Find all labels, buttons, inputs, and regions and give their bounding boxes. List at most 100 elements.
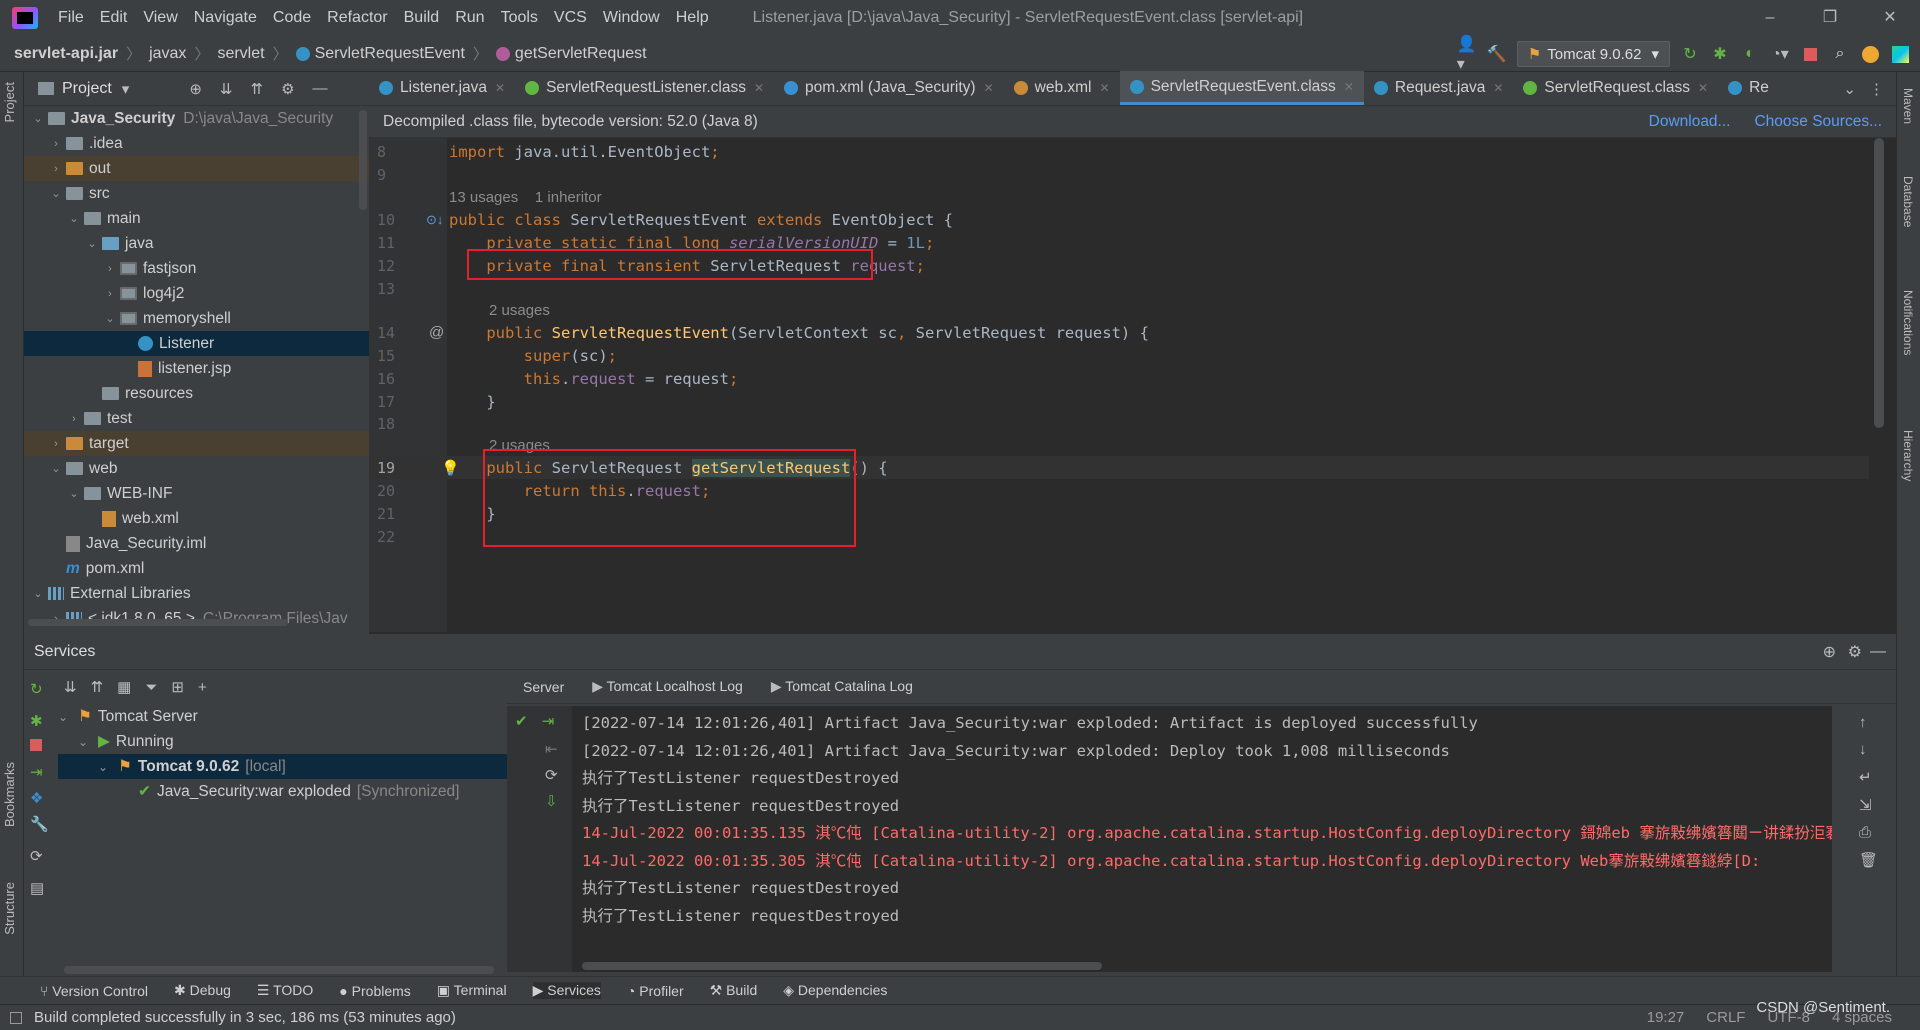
project-tree-node[interactable]: m pom.xml bbox=[24, 556, 369, 581]
editor-tab[interactable]: pom.xml (Java_Security) ✕ bbox=[774, 71, 1004, 105]
close-tab-icon[interactable]: ✕ bbox=[1100, 81, 1110, 95]
expand-all-icon[interactable]: ⇊ bbox=[220, 80, 233, 98]
menu-file[interactable]: File bbox=[50, 9, 92, 27]
expand-all-icon[interactable]: ⇊ bbox=[64, 678, 77, 696]
rerun-icon[interactable]: ↻ bbox=[1680, 44, 1700, 64]
run-configuration-select[interactable]: ⚑ Tomcat 9.0.62 ▾ bbox=[1516, 41, 1670, 67]
breadcrumb-jar[interactable]: servlet-api.jar bbox=[14, 45, 118, 63]
project-tree-node[interactable]: ⌄ WEB-INF bbox=[24, 481, 369, 506]
chevron-right-icon[interactable]: › bbox=[46, 138, 66, 150]
toggle-tool-windows-icon[interactable] bbox=[10, 1011, 22, 1024]
download-sources-link[interactable]: Download... bbox=[1649, 113, 1731, 131]
chevron-right-icon[interactable]: › bbox=[100, 263, 120, 275]
editor-tab[interactable]: Listener.java ✕ bbox=[369, 71, 515, 105]
chevron-right-icon[interactable]: › bbox=[46, 163, 66, 175]
bottom-tab[interactable]: ● Problems bbox=[339, 983, 411, 999]
project-tree-node[interactable]: ⌄ src bbox=[24, 181, 369, 206]
soft-wrap-icon[interactable]: ↵ bbox=[1859, 768, 1878, 786]
project-tool-tab[interactable]: Project bbox=[2, 82, 17, 122]
collapse-all-icon[interactable]: ⇈ bbox=[91, 678, 104, 696]
project-tree-node[interactable]: ⌄ External Libraries bbox=[24, 581, 369, 606]
console-tab[interactable]: ▶ Tomcat Localhost Log bbox=[592, 678, 743, 695]
user-icon[interactable]: 👤▾ bbox=[1457, 36, 1477, 73]
hierarchy-tool-tab[interactable]: Hierarchy bbox=[1901, 430, 1915, 481]
services-tree-scrollbar[interactable] bbox=[64, 966, 494, 974]
bottom-tab[interactable]: ◔ Profiler bbox=[627, 983, 684, 999]
hide-icon[interactable]: — bbox=[1870, 643, 1886, 661]
profiler-icon[interactable]: ◔▾ bbox=[1770, 44, 1790, 64]
bottom-tab[interactable]: ⚒ Build bbox=[710, 982, 758, 999]
maximize-button[interactable]: ❐ bbox=[1800, 0, 1860, 36]
close-tab-icon[interactable]: ✕ bbox=[984, 81, 994, 95]
editor-tab[interactable]: Request.java ✕ bbox=[1364, 71, 1514, 105]
chevron-down-icon[interactable]: ⌄ bbox=[46, 187, 66, 200]
structure-tool-tab[interactable]: Structure bbox=[2, 882, 17, 935]
bottom-tab[interactable]: ◈ Dependencies bbox=[783, 982, 887, 999]
menu-run[interactable]: Run bbox=[447, 9, 492, 27]
tabs-overflow-icon[interactable]: ⌄ bbox=[1843, 80, 1856, 98]
chevron-right-icon[interactable]: › bbox=[64, 413, 84, 425]
implementations-icon[interactable]: ⊙↓ bbox=[426, 212, 443, 228]
hide-icon[interactable]: — bbox=[313, 80, 328, 98]
project-tree-node[interactable]: Java_Security.iml bbox=[24, 531, 369, 556]
build-hammer-icon[interactable]: 🔨 bbox=[1487, 44, 1507, 64]
bottom-tab[interactable]: ✱ Debug bbox=[174, 982, 231, 999]
search-icon[interactable]: ⌕ bbox=[1830, 44, 1850, 64]
editor-tab[interactable]: web.xml ✕ bbox=[1004, 71, 1120, 105]
project-tree-node[interactable]: resources bbox=[24, 381, 369, 406]
bookmarks-tool-tab[interactable]: Bookmarks bbox=[2, 762, 17, 827]
project-view-select[interactable]: Project bbox=[62, 80, 112, 98]
bottom-tab[interactable]: ⑂ Version Control bbox=[40, 983, 148, 999]
chevron-down-icon[interactable]: ⌄ bbox=[100, 312, 120, 325]
project-tree-node[interactable]: › target bbox=[24, 431, 369, 456]
arrow-up-icon[interactable]: ↑ bbox=[1859, 714, 1878, 731]
project-tree-scrollbar[interactable] bbox=[359, 110, 367, 210]
menu-vcs[interactable]: VCS bbox=[546, 9, 595, 27]
maven-tool-tab[interactable]: Maven bbox=[1901, 88, 1915, 124]
chevron-down-icon[interactable]: ⌄ bbox=[28, 587, 48, 600]
menu-view[interactable]: View bbox=[135, 9, 185, 27]
editor-tab[interactable]: ServletRequestListener.class ✕ bbox=[515, 71, 774, 105]
gear-icon[interactable]: ⚙ bbox=[281, 80, 294, 98]
editor-tab[interactable]: ServletRequestEvent.class ✕ bbox=[1119, 71, 1364, 105]
chevron-down-icon[interactable]: ⌄ bbox=[46, 462, 66, 475]
trash-icon[interactable]: 🗑 bbox=[1859, 851, 1878, 869]
menu-refactor[interactable]: Refactor bbox=[319, 9, 395, 27]
bottom-tab[interactable]: ▣ Terminal bbox=[437, 982, 507, 999]
chevron-down-icon[interactable]: ⌄ bbox=[58, 710, 78, 724]
project-tree-node[interactable]: ⌄ memoryshell bbox=[24, 306, 369, 331]
project-tree-node[interactable]: ⌄ java bbox=[24, 231, 369, 256]
console-scrollbar[interactable] bbox=[582, 962, 1102, 970]
project-tree-node[interactable]: › log4j2 bbox=[24, 281, 369, 306]
editor-tab[interactable]: ServletRequest.class ✕ bbox=[1513, 71, 1718, 105]
chevron-down-icon[interactable]: ⌄ bbox=[64, 487, 84, 500]
menu-build[interactable]: Build bbox=[396, 9, 448, 27]
usages-hint-ctor[interactable]: 2 usages bbox=[489, 302, 550, 319]
project-tree-node[interactable]: ⌄ Java_Security D:\java\Java_Security bbox=[24, 106, 369, 131]
service-tree-node[interactable]: ⌄ ⚑ Tomcat 9.0.62 [local] bbox=[58, 754, 507, 779]
service-tree-node[interactable]: ✔ Java_Security:war exploded [Synchronized… bbox=[58, 779, 507, 804]
debug-icon[interactable]: ✱ bbox=[1710, 44, 1730, 64]
choose-sources-link[interactable]: Choose Sources... bbox=[1754, 113, 1882, 131]
filter-icon[interactable]: ⏷ bbox=[145, 679, 157, 696]
project-tree-node[interactable]: ⌄ web bbox=[24, 456, 369, 481]
project-tree-node[interactable]: listener.jsp bbox=[24, 356, 369, 381]
project-tree-node[interactable]: › test bbox=[24, 406, 369, 431]
close-tab-icon[interactable]: ✕ bbox=[754, 81, 764, 95]
close-tab-icon[interactable]: ✕ bbox=[1493, 81, 1503, 95]
collapse-all-icon[interactable]: ⇈ bbox=[250, 80, 263, 98]
menu-edit[interactable]: Edit bbox=[92, 9, 136, 27]
chevron-down-icon[interactable]: ⌄ bbox=[78, 735, 98, 749]
service-tree-node[interactable]: ⌄ ⚑ Tomcat Server bbox=[58, 704, 507, 729]
close-button[interactable]: ✕ bbox=[1860, 0, 1920, 36]
service-tree-node[interactable]: ⌄ ▶ Running bbox=[58, 729, 507, 754]
project-tree-node[interactable]: › .idea bbox=[24, 131, 369, 156]
chevron-right-icon[interactable]: › bbox=[100, 288, 120, 300]
menu-window[interactable]: Window bbox=[595, 9, 668, 27]
stop-icon[interactable] bbox=[1800, 44, 1820, 64]
console-tab[interactable]: Server bbox=[523, 679, 564, 695]
add-service-icon[interactable]: + bbox=[198, 679, 207, 696]
chevron-down-icon[interactable]: ⌄ bbox=[82, 237, 102, 250]
breadcrumb-method[interactable]: getServletRequest bbox=[495, 45, 647, 63]
scroll-to-end-icon[interactable]: ⇲ bbox=[1859, 796, 1878, 814]
